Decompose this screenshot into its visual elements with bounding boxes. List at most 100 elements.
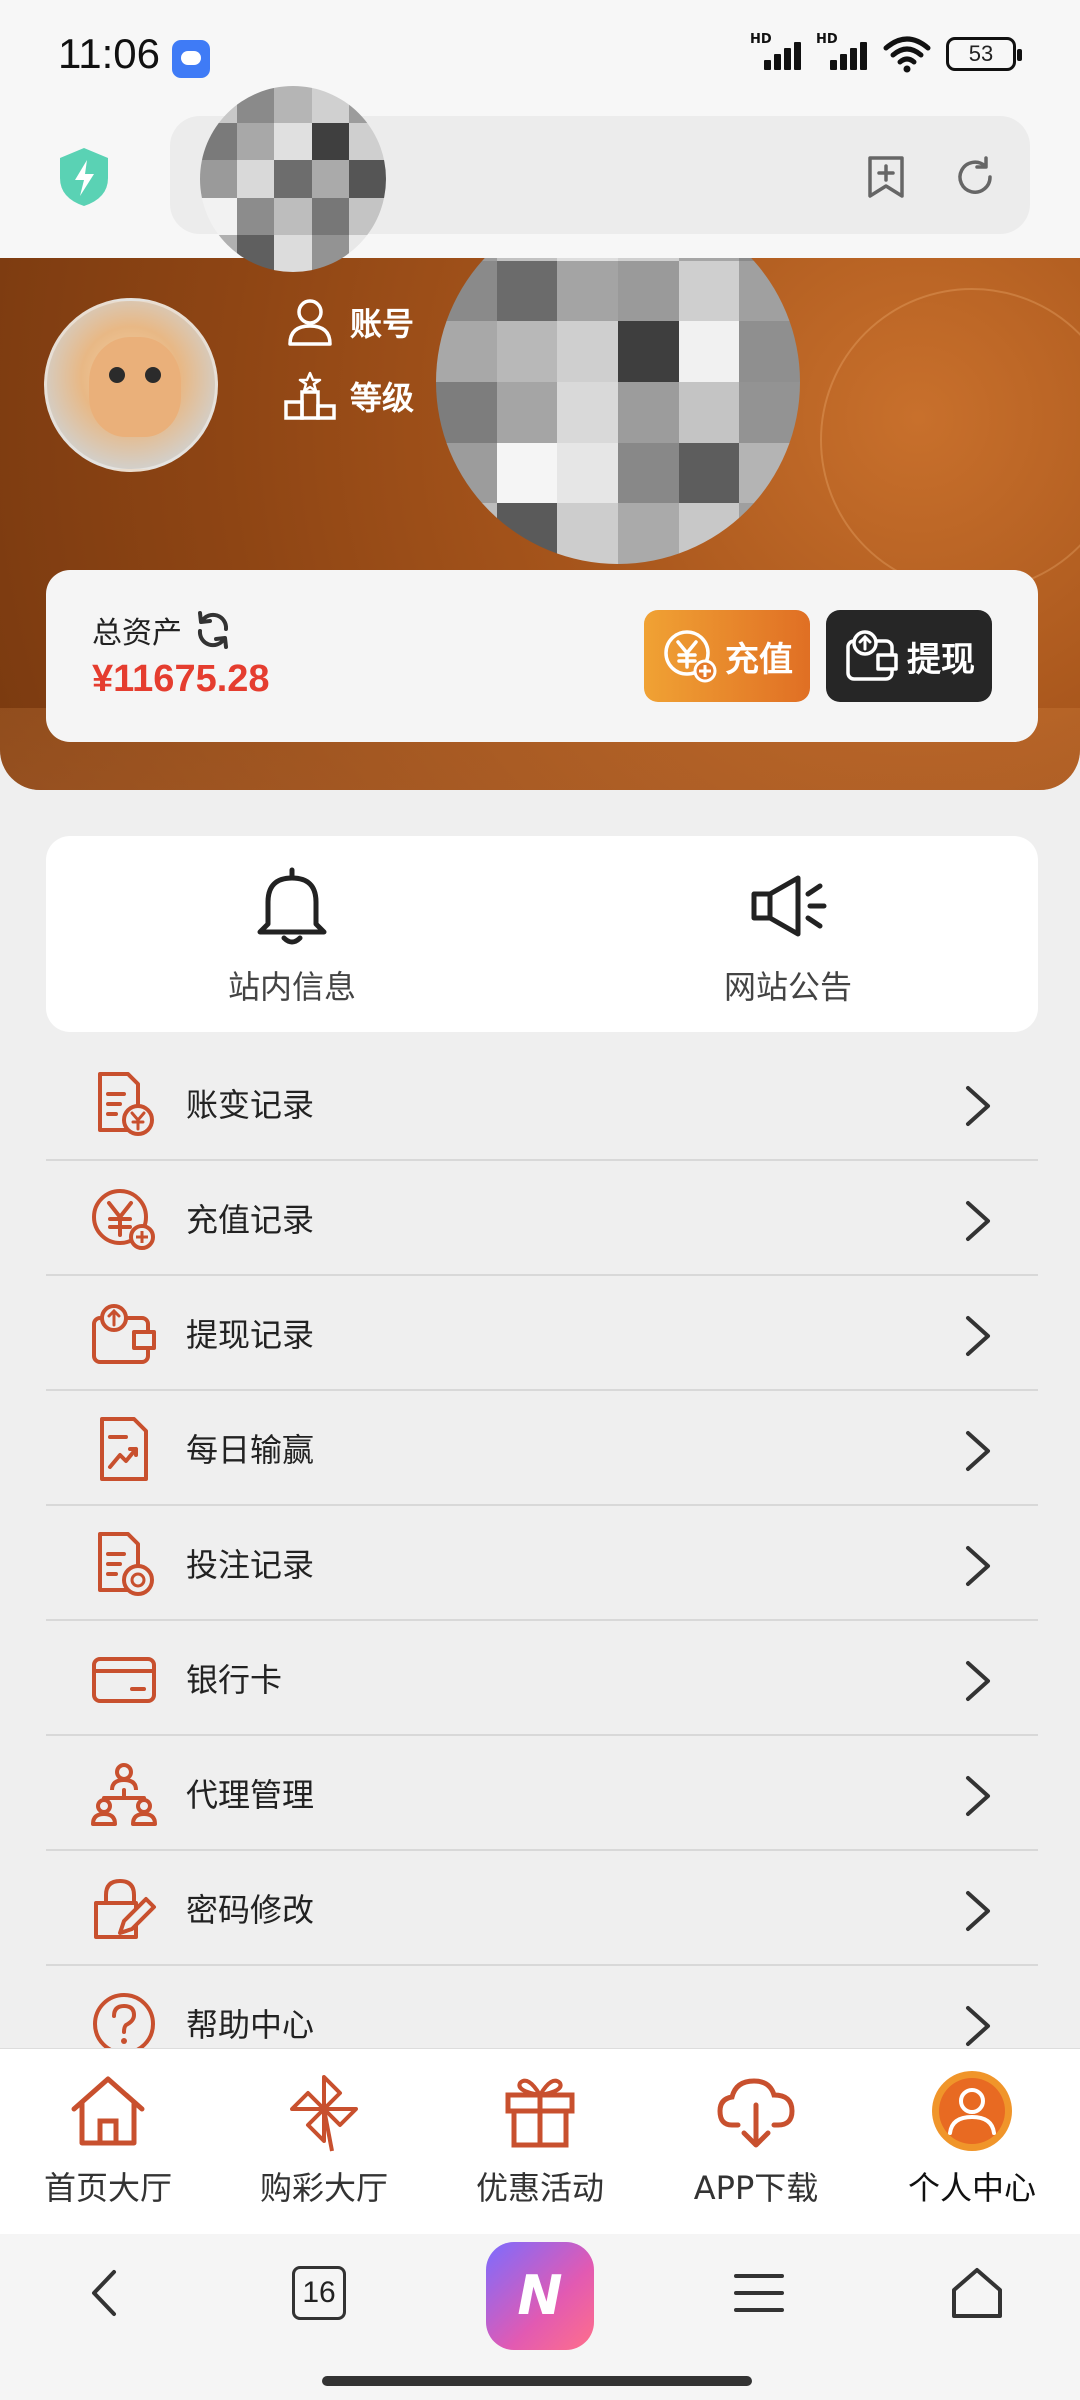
signal-hd-label: HD	[750, 32, 772, 47]
home-icon	[71, 2076, 145, 2146]
shield-icon[interactable]	[56, 146, 112, 208]
megaphone-icon	[751, 875, 827, 937]
announcement-button[interactable]: 网站公告	[638, 864, 938, 1008]
wifi-icon	[883, 36, 931, 73]
page: 11:06 HD HD 53 账号 等级 总资产 ¥11675.28 充值 提现…	[0, 0, 1080, 2400]
menu-item-agent-management[interactable]: 代理管理	[46, 1736, 1038, 1851]
status-time: 11:06	[58, 30, 160, 77]
announcement-label: 网站公告	[723, 968, 852, 1006]
account-row: 账号	[284, 296, 414, 348]
chevron-right-icon	[966, 1086, 990, 1126]
assets-card: 总资产 ¥11675.28 充值 提现	[46, 570, 1038, 742]
wallet-upload-icon	[846, 630, 898, 681]
chevron-right-icon	[966, 1431, 990, 1471]
total-assets-label: 总资产	[92, 616, 182, 651]
chevron-right-icon	[966, 2006, 990, 2046]
browser-toolbar	[0, 110, 1080, 260]
profile-header: 账号 等级 总资产 ¥11675.28 充值 提现	[0, 258, 1080, 790]
daily-chart-icon	[100, 1417, 148, 1481]
withdraw-button[interactable]: 提现	[826, 610, 992, 702]
refresh-icon[interactable]	[192, 609, 234, 651]
menu-label: 提现记录	[186, 1316, 315, 1354]
tab-home[interactable]: 首页大厅	[0, 2069, 216, 2209]
tab-label: 购彩大厅	[259, 2169, 388, 2207]
status-bar: 11:06 HD HD 53	[0, 0, 1080, 110]
menu-item-bet-records[interactable]: 投注记录	[46, 1506, 1038, 1621]
menu-item-change-password[interactable]: 密码修改	[46, 1851, 1038, 1966]
reload-icon[interactable]	[952, 154, 998, 200]
menu-item-withdraw-records[interactable]: 提现记录	[46, 1276, 1038, 1391]
menu-label: 每日输赢	[186, 1431, 315, 1469]
menu-label: 银行卡	[186, 1661, 283, 1699]
gift-icon	[505, 2078, 575, 2148]
signal-icon-2: HD	[816, 32, 868, 74]
agent-icon	[91, 1763, 157, 1826]
back-icon[interactable]	[76, 2262, 138, 2324]
menu-item-account-changes[interactable]: 账变记录	[46, 1046, 1038, 1161]
total-assets-value: ¥11675.28	[92, 658, 270, 700]
menu-item-recharge-records[interactable]: 充值记录	[46, 1161, 1038, 1276]
menu-label: 投注记录	[186, 1546, 315, 1584]
inbox-label: 站内信息	[227, 968, 356, 1006]
chevron-right-icon	[966, 1891, 990, 1931]
assets-label-row: 总资产	[92, 608, 234, 652]
tab-label: 首页大厅	[43, 2169, 172, 2207]
recharge-record-icon	[92, 1189, 155, 1250]
menu-label: 代理管理	[186, 1776, 315, 1814]
withdraw-record-icon	[92, 1304, 156, 1364]
recharge-label: 充值	[725, 639, 793, 680]
system-navigation: 16 N	[0, 2234, 1080, 2400]
status-indicators: HD HD 53	[750, 32, 1022, 74]
avatar[interactable]	[44, 298, 218, 472]
chat-app-icon	[172, 40, 210, 78]
podium-icon	[284, 371, 336, 420]
menu-label: 帮助中心	[186, 2006, 315, 2044]
menu-label: 账变记录	[186, 1086, 315, 1124]
level-label: 等级	[350, 379, 415, 417]
home-indicator[interactable]	[322, 2376, 752, 2386]
tab-personal-center[interactable]: 个人中心	[864, 2069, 1080, 2209]
cloud-download-icon	[717, 2078, 795, 2148]
tab-app-download[interactable]: APP下载	[648, 2069, 864, 2209]
recharge-button[interactable]: 充值	[644, 610, 810, 702]
redacted-area-small	[200, 86, 386, 272]
add-bookmark-icon[interactable]	[864, 154, 908, 200]
menu-list: 账变记录 充值记录 提现记录 每日输赢 投注记录 银行卡 代理管理 密码修改 帮…	[46, 1046, 1038, 2081]
bet-record-icon	[98, 1532, 154, 1596]
user-icon	[288, 299, 332, 346]
tab-lottery[interactable]: 购彩大厅	[216, 2069, 432, 2209]
pinwheel-icon	[290, 2075, 358, 2152]
menu-item-daily-profit[interactable]: 每日输赢	[46, 1391, 1038, 1506]
level-row: 等级	[284, 370, 414, 422]
chevron-right-icon	[966, 1546, 990, 1586]
redacted-area-large	[436, 258, 800, 564]
chevron-right-icon	[966, 1316, 990, 1356]
home-nav-icon[interactable]	[946, 2262, 1008, 2324]
bank-card-icon	[92, 1657, 156, 1703]
chevron-right-icon	[966, 1776, 990, 1816]
tab-label: 优惠活动	[475, 2169, 604, 2207]
tab-label: APP下载	[693, 2169, 819, 2207]
tab-promotions[interactable]: 优惠活动	[432, 2069, 648, 2209]
signal-icon: HD	[750, 32, 802, 74]
menu-icon[interactable]	[728, 2262, 790, 2324]
menu-label: 密码修改	[186, 1891, 315, 1929]
chevron-right-icon	[966, 1201, 990, 1241]
password-edit-icon	[94, 1878, 156, 1939]
withdraw-label: 提现	[907, 639, 975, 680]
battery-icon: 53	[946, 37, 1022, 71]
account-label: 账号	[350, 305, 415, 343]
bottom-tab-bar: 首页大厅 购彩大厅 优惠活动 APP下载 个人中心	[0, 2048, 1080, 2234]
tab-label: 个人中心	[907, 2169, 1036, 2207]
yuan-coin-icon	[664, 630, 717, 683]
user-circle-icon	[932, 2071, 1012, 2151]
tabs-count-button[interactable]: 16	[292, 2266, 346, 2320]
account-change-icon	[98, 1072, 154, 1136]
menu-item-bank-card[interactable]: 银行卡	[46, 1621, 1038, 1736]
ai-assistant-button[interactable]: N	[486, 2242, 594, 2350]
inbox-button[interactable]: 站内信息	[142, 864, 442, 1008]
bell-icon	[257, 867, 327, 945]
menu-label: 充值记录	[186, 1201, 315, 1239]
signal-hd-label-2: HD	[816, 32, 838, 47]
chevron-right-icon	[966, 1661, 990, 1701]
